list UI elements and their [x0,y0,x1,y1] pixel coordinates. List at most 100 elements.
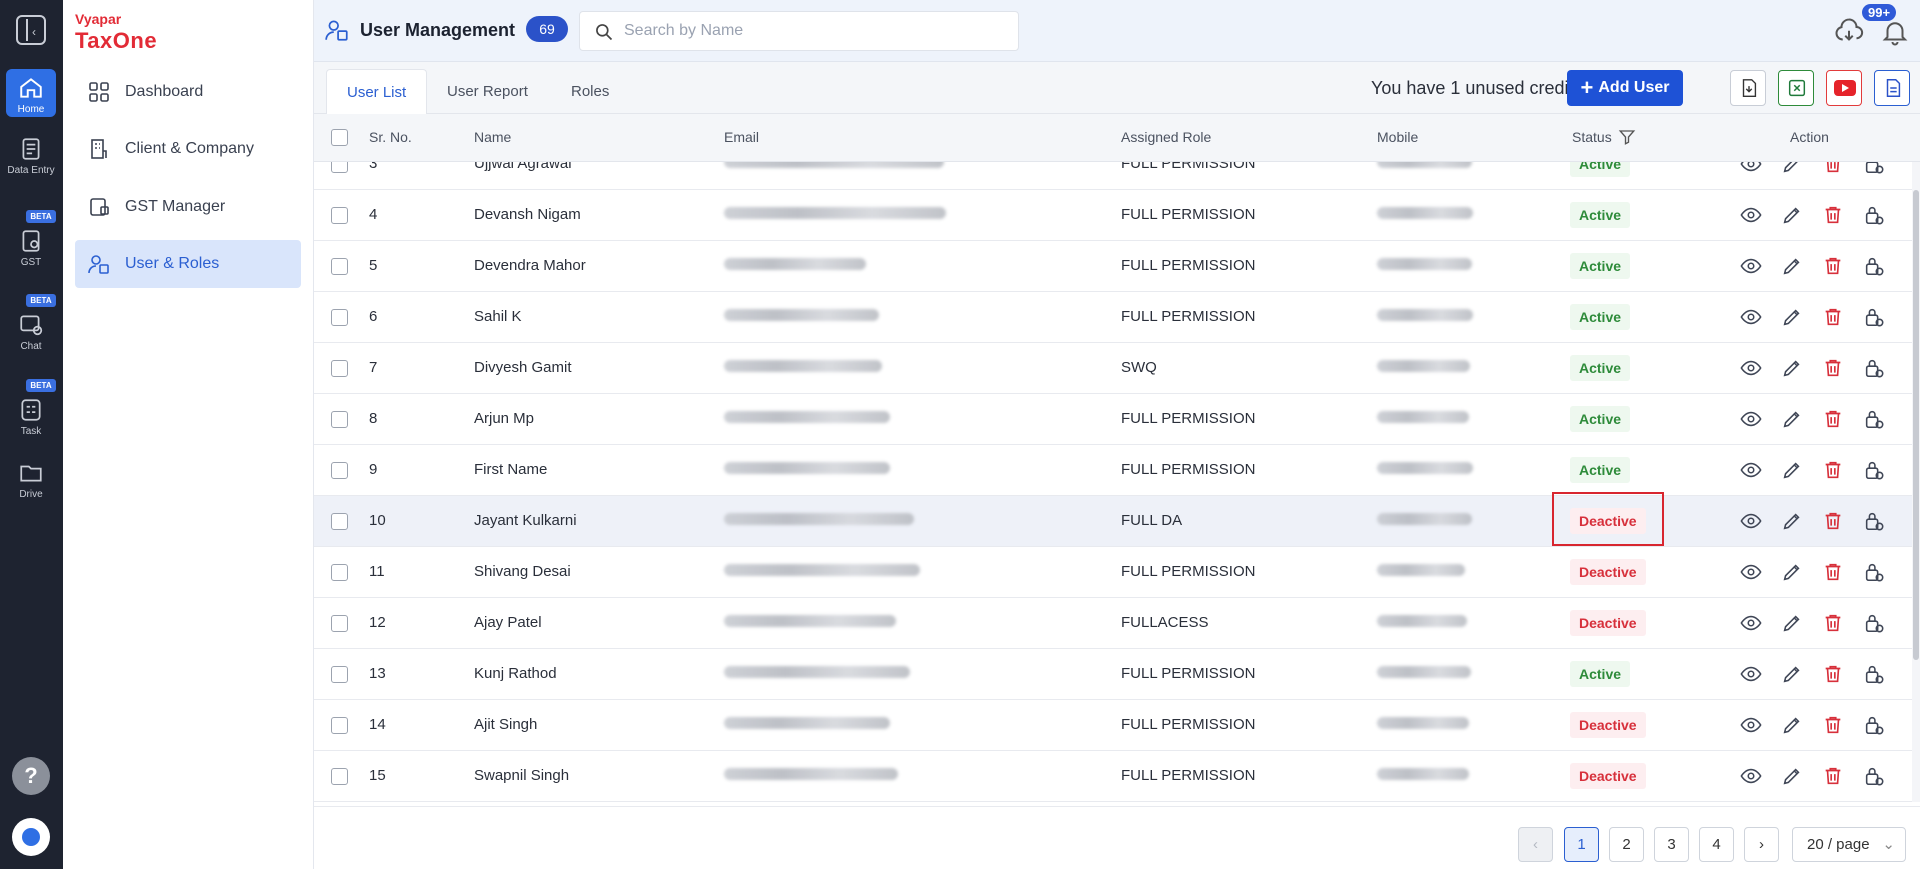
row-checkbox[interactable] [331,258,348,275]
edit-icon[interactable] [1781,663,1803,685]
nav-dashboard[interactable]: Dashboard [75,68,301,116]
permissions-icon[interactable] [1863,612,1885,634]
table-row[interactable]: 10 Jayant Kulkarni FULL DA Deactive [314,492,1912,547]
tab-roles[interactable]: Roles [551,69,629,115]
nav-gst-manager[interactable]: GST Manager [75,183,301,231]
permissions-icon[interactable] [1863,162,1885,175]
table-row[interactable]: 6 Sahil K FULL PERMISSION Active [314,292,1912,343]
table-row[interactable]: 5 Devendra Mahor FULL PERMISSION Active [314,241,1912,292]
prev-page-button[interactable]: ‹ [1518,827,1553,862]
row-checkbox[interactable] [331,717,348,734]
edit-icon[interactable] [1781,408,1803,430]
row-checkbox[interactable] [331,768,348,785]
nav-user-roles[interactable]: User & Roles [75,240,301,288]
view-icon[interactable] [1740,306,1762,328]
table-scrollbar-thumb[interactable] [1913,190,1919,660]
row-checkbox[interactable] [331,207,348,224]
row-checkbox[interactable] [331,360,348,377]
permissions-icon[interactable] [1863,204,1885,226]
page-3-button[interactable]: 3 [1654,827,1689,862]
view-icon[interactable] [1740,765,1762,787]
page-2-button[interactable]: 2 [1609,827,1644,862]
collapse-panel-icon[interactable]: ‹ [16,15,46,45]
view-icon[interactable] [1740,612,1762,634]
permissions-icon[interactable] [1863,357,1885,379]
rail-chat[interactable]: Chat [6,312,56,352]
pdf-export-button[interactable] [1730,70,1766,106]
view-icon[interactable] [1740,408,1762,430]
select-all-checkbox[interactable] [331,129,348,146]
row-checkbox[interactable] [331,162,348,173]
delete-icon[interactable] [1822,612,1844,634]
table-row[interactable]: 13 Kunj Rathod FULL PERMISSION Active [314,649,1912,700]
edit-icon[interactable] [1781,162,1803,175]
view-icon[interactable] [1740,255,1762,277]
view-icon[interactable] [1740,663,1762,685]
row-checkbox[interactable] [331,666,348,683]
edit-icon[interactable] [1781,204,1803,226]
view-icon[interactable] [1740,162,1762,175]
view-icon[interactable] [1740,561,1762,583]
delete-icon[interactable] [1822,357,1844,379]
tab-user-list[interactable]: User List [326,69,428,115]
table-row[interactable]: 9 First Name FULL PERMISSION Active [314,445,1912,496]
permissions-icon[interactable] [1863,561,1885,583]
help-button[interactable]: ? [12,757,50,795]
youtube-button[interactable] [1826,70,1862,106]
table-row[interactable]: 14 Ajit Singh FULL PERMISSION Deactive [314,700,1912,751]
view-icon[interactable] [1740,510,1762,532]
page-size-select[interactable]: 20 / page ⌄ [1792,827,1906,862]
permissions-icon[interactable] [1863,255,1885,277]
table-row[interactable]: 15 Swapnil Singh FULL PERMISSION Deactive [314,751,1912,802]
rail-task[interactable]: Task [6,397,56,437]
row-checkbox[interactable] [331,564,348,581]
view-icon[interactable] [1740,459,1762,481]
permissions-icon[interactable] [1863,663,1885,685]
rail-drive[interactable]: Drive [6,460,56,500]
delete-icon[interactable] [1822,459,1844,481]
row-checkbox[interactable] [331,513,348,530]
row-checkbox[interactable] [331,411,348,428]
search-input[interactable] [624,22,1004,40]
delete-icon[interactable] [1822,306,1844,328]
table-row[interactable]: 4 Devansh Nigam FULL PERMISSION Active [314,190,1912,241]
delete-icon[interactable] [1822,510,1844,532]
view-icon[interactable] [1740,714,1762,736]
view-icon[interactable] [1740,204,1762,226]
edit-icon[interactable] [1781,357,1803,379]
delete-icon[interactable] [1822,663,1844,685]
document-button[interactable] [1874,70,1910,106]
permissions-icon[interactable] [1863,714,1885,736]
next-page-button[interactable]: › [1744,827,1779,862]
edit-icon[interactable] [1781,510,1803,532]
page-1-button[interactable]: 1 [1564,827,1599,862]
rail-home[interactable]: Home [6,69,56,117]
cloud-download-icon[interactable] [1834,17,1864,47]
rail-gst[interactable]: GST [6,228,56,268]
delete-icon[interactable] [1822,204,1844,226]
permissions-icon[interactable] [1863,306,1885,328]
edit-icon[interactable] [1781,561,1803,583]
bell-icon[interactable] [1880,17,1910,47]
table-row[interactable]: 7 Divyesh Gamit SWQ Active [314,343,1912,394]
table-row[interactable]: 3 Ujjwal Agrawal FULL PERMISSION Active [314,162,1912,190]
delete-icon[interactable] [1822,162,1844,175]
support-chat-icon[interactable] [12,818,50,856]
permissions-icon[interactable] [1863,459,1885,481]
permissions-icon[interactable] [1863,408,1885,430]
edit-icon[interactable] [1781,714,1803,736]
delete-icon[interactable] [1822,765,1844,787]
row-checkbox[interactable] [331,309,348,326]
delete-icon[interactable] [1822,714,1844,736]
filter-icon[interactable] [1618,128,1636,146]
row-checkbox[interactable] [331,462,348,479]
table-row[interactable]: 11 Shivang Desai FULL PERMISSION Deactive [314,547,1912,598]
row-checkbox[interactable] [331,615,348,632]
view-icon[interactable] [1740,357,1762,379]
search-box[interactable] [579,11,1019,51]
rail-data-entry[interactable]: Data Entry [6,136,56,177]
page-4-button[interactable]: 4 [1699,827,1734,862]
edit-icon[interactable] [1781,459,1803,481]
delete-icon[interactable] [1822,408,1844,430]
nav-client-company[interactable]: Client & Company [75,125,301,173]
